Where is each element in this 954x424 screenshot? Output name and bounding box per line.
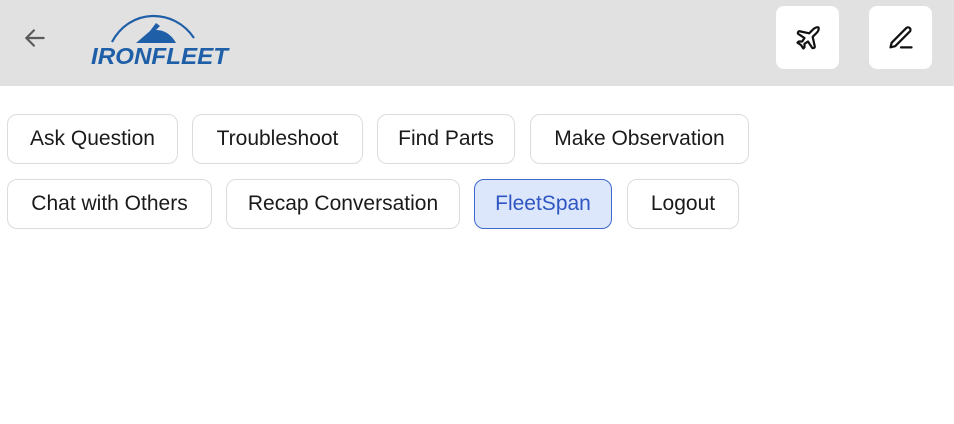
top-bar: IRONFLEET (0, 0, 954, 86)
pencil-icon (888, 25, 913, 48)
recap-conversation-button[interactable]: Recap Conversation (226, 179, 460, 229)
ask-question-button[interactable]: Ask Question (7, 114, 178, 164)
make-observation-button[interactable]: Make Observation (530, 114, 749, 164)
plane-icon (795, 25, 820, 50)
flight-mode-button[interactable] (776, 6, 839, 69)
find-parts-button[interactable]: Find Parts (377, 114, 515, 164)
chat-with-others-button[interactable]: Chat with Others (7, 179, 212, 229)
troubleshoot-button[interactable]: Troubleshoot (192, 114, 363, 164)
back-button[interactable] (18, 22, 52, 54)
edit-button[interactable] (869, 6, 932, 69)
svg-text:IRONFLEET: IRONFLEET (91, 43, 230, 68)
ironfleet-logo: IRONFLEET (90, 10, 230, 68)
logout-button[interactable]: Logout (627, 179, 739, 229)
fleetspan-button[interactable]: FleetSpan (474, 179, 612, 229)
arrow-left-icon (25, 29, 45, 47)
